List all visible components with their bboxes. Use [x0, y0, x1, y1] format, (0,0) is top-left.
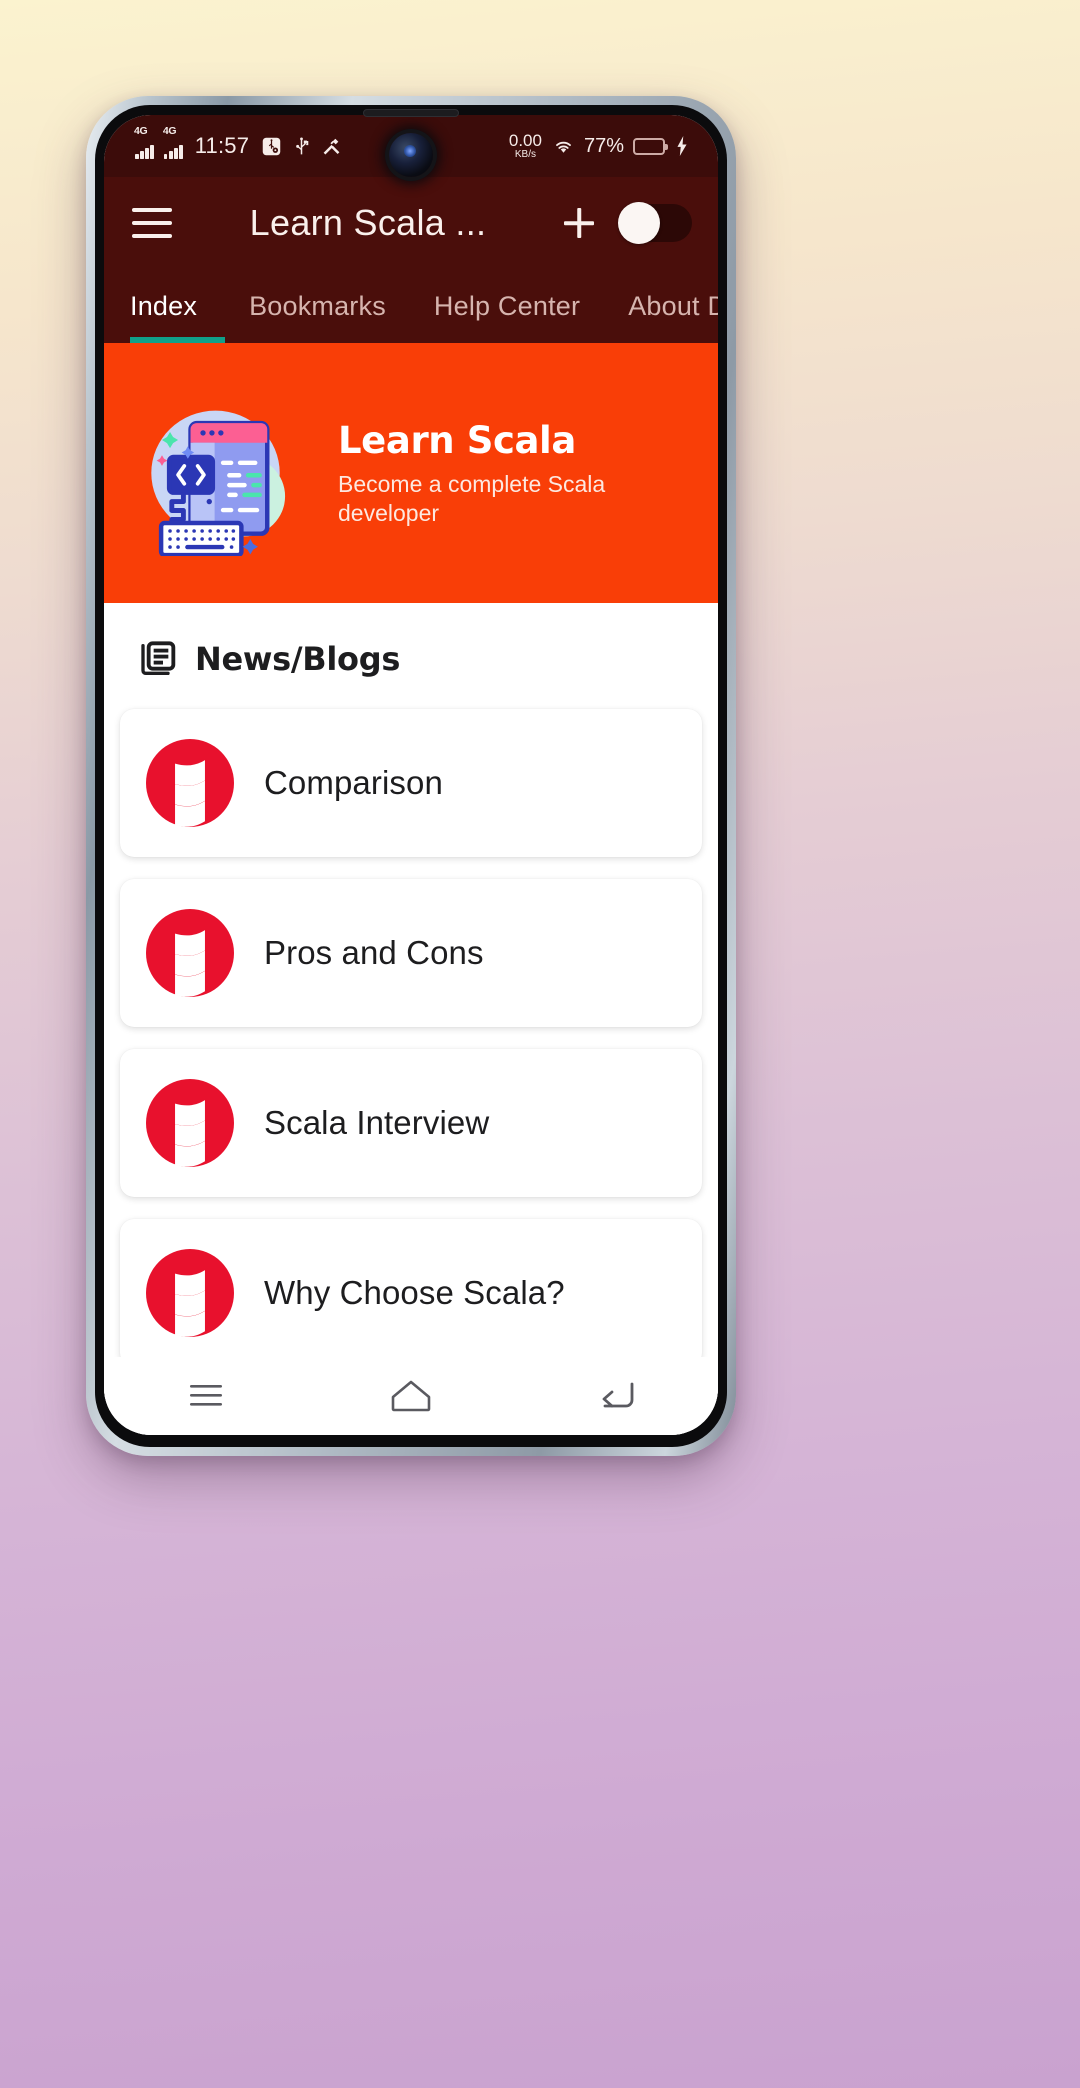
tab-label: About De — [628, 290, 718, 321]
list-item-label: Comparison — [264, 764, 443, 801]
network-type-label-sim2: 4G — [162, 124, 177, 137]
hero-subtitle: Become a complete Scala developer — [338, 470, 606, 526]
scala-logo-icon — [146, 1249, 234, 1337]
usb-icon — [296, 136, 309, 154]
status-bar-right: 0.00 KB/s 77% — [509, 132, 690, 160]
list-item-label: Pros and Cons — [264, 934, 484, 971]
section-title: News/Blogs — [195, 640, 401, 678]
usb-debug-icon — [262, 137, 281, 155]
recents-icon[interactable] — [171, 1370, 241, 1422]
list-item-label: Why Choose Scala? — [264, 1274, 565, 1311]
tab-about-developer[interactable]: About De — [604, 269, 718, 343]
main-content: Learn Scala Become a complete Scala deve… — [104, 343, 718, 1435]
charging-bolt-icon — [677, 136, 687, 156]
hero-banner: Learn Scala Become a complete Scala deve… — [104, 343, 718, 603]
status-bar-clock: 11:57 — [194, 133, 250, 158]
list-item-label: Scala Interview — [264, 1104, 490, 1141]
tab-label: Bookmarks — [249, 290, 386, 321]
back-icon[interactable] — [581, 1370, 651, 1422]
section-header: News/Blogs — [104, 603, 718, 709]
plus-icon[interactable] — [556, 200, 602, 246]
page-title: Learn Scala ... — [249, 202, 487, 243]
hero-title: Learn Scala — [338, 418, 576, 462]
network-type-label-sim1: 4G — [134, 124, 148, 137]
theme-toggle-knob — [618, 202, 660, 244]
app-bar: Learn Scala ... — [104, 177, 718, 269]
news-blogs-list: Comparison Pros and Cons Scala Interview… — [104, 709, 718, 1367]
battery-icon — [633, 137, 668, 155]
scala-logo-icon — [146, 739, 234, 827]
battery-percent-label: 77% — [583, 134, 624, 157]
home-icon[interactable] — [376, 1370, 446, 1422]
hamburger-menu-icon[interactable] — [132, 208, 172, 238]
front-camera-icon — [389, 133, 433, 177]
list-item-scala-interview[interactable]: Scala Interview — [120, 1049, 702, 1197]
list-item-why-choose-scala[interactable]: Why Choose Scala? — [120, 1219, 702, 1367]
signal-icon-sim1: 4G — [134, 125, 154, 159]
signal-icon-sim2: 4G — [163, 125, 183, 159]
earpiece-speaker — [363, 109, 459, 117]
android-navigation-bar — [104, 1357, 718, 1435]
scala-logo-icon — [146, 909, 234, 997]
scala-logo-icon — [146, 1079, 234, 1167]
developer-tools-icon — [323, 138, 340, 155]
hero-text-block: Learn Scala Become a complete Scala deve… — [338, 419, 628, 528]
camera-lens-glint — [403, 144, 416, 157]
coding-laptop-illustration — [151, 410, 286, 556]
network-speed-value: 0.00 — [508, 131, 542, 150]
phone-device-frame: 4G 4G 11:57 0.00 KB/s 77% Learn Scala ..… — [86, 96, 736, 1456]
network-speed-indicator: 0.00 KB/s — [509, 132, 542, 160]
tab-index[interactable]: Index — [130, 269, 226, 343]
article-icon — [141, 641, 176, 675]
tab-bar[interactable]: Index Bookmarks Help Center About De — [104, 269, 718, 343]
network-speed-unit: KB/s — [514, 149, 536, 160]
wifi-icon — [556, 141, 571, 153]
phone-bezel: 4G 4G 11:57 0.00 KB/s 77% Learn Scala ..… — [95, 105, 727, 1447]
tab-label: Index — [130, 290, 198, 321]
tab-help-center[interactable]: Help Center — [410, 269, 604, 343]
status-bar-left: 4G 4G 11:57 — [134, 125, 342, 159]
list-item-pros-and-cons[interactable]: Pros and Cons — [120, 879, 702, 1027]
tab-label: Help Center — [433, 290, 581, 321]
theme-toggle-switch[interactable] — [618, 202, 692, 244]
phone-screen: 4G 4G 11:57 0.00 KB/s 77% Learn Scala ..… — [104, 115, 718, 1435]
list-item-comparison[interactable]: Comparison — [120, 709, 702, 857]
tab-bookmarks[interactable]: Bookmarks — [225, 269, 410, 343]
